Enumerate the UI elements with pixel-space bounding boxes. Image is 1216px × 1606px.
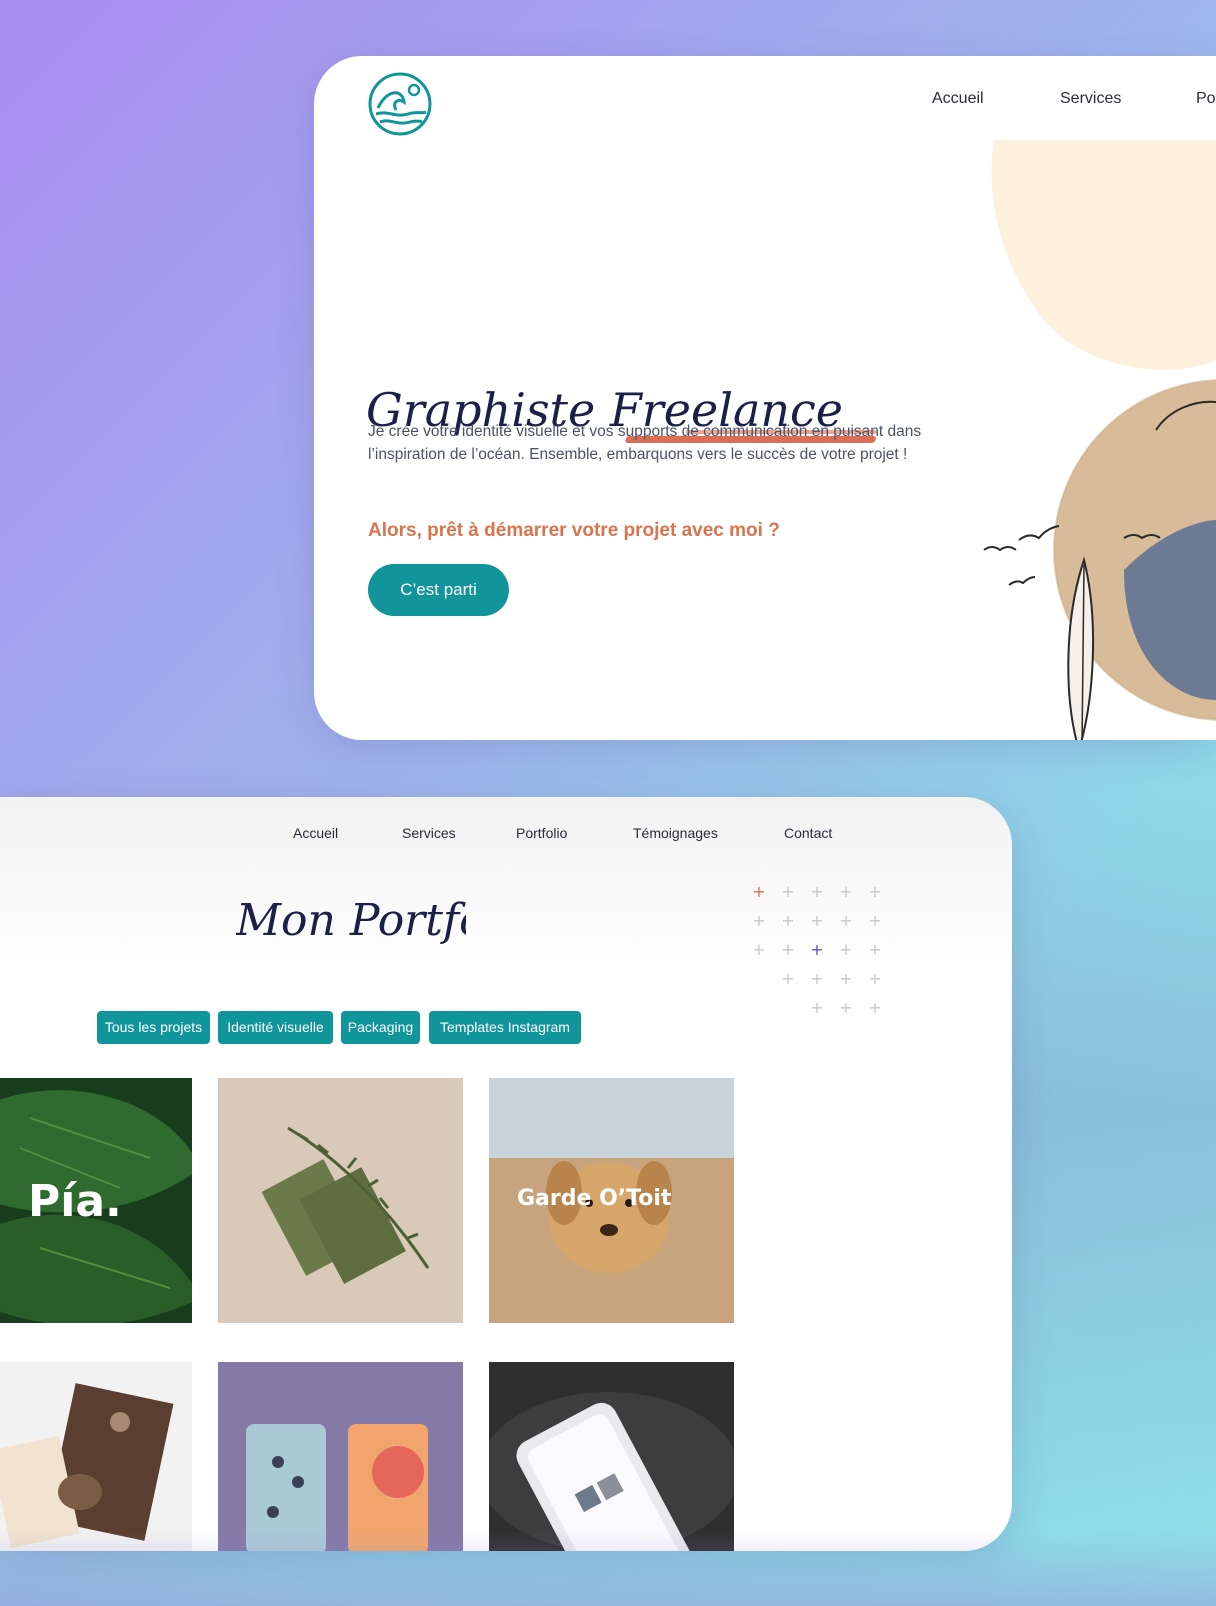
svg-text:+: + <box>868 911 881 930</box>
filter-instagram-templates[interactable]: Templates Instagram <box>429 1011 581 1044</box>
svg-text:+: + <box>868 882 881 901</box>
svg-text:+: + <box>839 911 852 930</box>
portfolio-title: Mon Portfolio <box>236 895 466 946</box>
nav-portfolio-truncated[interactable]: Po <box>1196 90 1216 108</box>
filter-visual-identity[interactable]: Identité visuelle <box>218 1011 333 1044</box>
project-tile-flyers[interactable] <box>0 1362 192 1551</box>
top-navigation: Accueil Services Po <box>314 90 1216 120</box>
svg-text:+: + <box>752 911 765 930</box>
bottom-gradient <box>0 1530 1216 1606</box>
svg-text:+: + <box>781 911 794 930</box>
nav-services[interactable]: Services <box>1060 90 1121 108</box>
svg-text:+: + <box>810 911 823 930</box>
svg-text:+: + <box>868 969 881 988</box>
svg-text:+: + <box>781 940 794 959</box>
svg-text:+: + <box>868 940 881 959</box>
surf-illustration <box>983 140 1216 740</box>
plus-pattern: + + + + + + + + + + + + + + + + + + + + + + <box>752 882 881 1017</box>
project-tile-instagram[interactable] <box>489 1362 734 1551</box>
svg-text:+: + <box>839 969 852 988</box>
hero-question: Alors, prêt à démarrer votre projet avec… <box>368 520 780 541</box>
tile-logo-text: Pía. <box>28 1176 122 1227</box>
business-cards-image <box>218 1078 463 1323</box>
svg-text:+: + <box>810 969 823 988</box>
homepage-preview-card: Accueil Services Po Graphiste Freelance … <box>314 56 1216 740</box>
hero-description: Je crée votre identité visuelle et vos s… <box>368 423 922 463</box>
svg-text:+: + <box>810 998 823 1017</box>
nav-accueil[interactable]: Accueil <box>293 825 338 841</box>
project-tile-cards[interactable] <box>218 1078 463 1323</box>
svg-text:+: + <box>810 940 823 959</box>
portfolio-preview-card: Accueil Services Portfolio Témoignages C… <box>0 797 1012 1551</box>
nav-portfolio[interactable]: Portfolio <box>516 825 567 841</box>
portfolio-title-text: Mon Portfolio <box>236 895 466 946</box>
svg-text:+: + <box>781 969 794 988</box>
start-project-button[interactable]: C’est parti <box>368 564 509 616</box>
nav-temoignages[interactable]: Témoignages <box>633 825 718 841</box>
svg-text:+: + <box>810 882 823 901</box>
project-tile-garde-otoit[interactable]: Garde O’Toit <box>489 1078 734 1323</box>
nav-contact[interactable]: Contact <box>784 825 832 841</box>
phone-mockup-image <box>489 1362 734 1551</box>
svg-text:+: + <box>752 882 765 901</box>
svg-text:+: + <box>839 940 852 959</box>
svg-text:+: + <box>839 998 852 1017</box>
tile-logo-text: Garde O’Toit <box>517 1186 672 1211</box>
nav-accueil[interactable]: Accueil <box>932 90 984 108</box>
svg-text:+: + <box>868 998 881 1017</box>
packaging-image <box>218 1362 463 1551</box>
nav-services[interactable]: Services <box>402 825 456 841</box>
project-tile-pia[interactable]: Pía. <box>0 1078 192 1323</box>
project-tile-packaging[interactable] <box>218 1362 463 1551</box>
svg-text:+: + <box>752 940 765 959</box>
svg-text:+: + <box>839 882 852 901</box>
filter-packaging[interactable]: Packaging <box>341 1011 420 1044</box>
svg-text:+: + <box>781 882 794 901</box>
flyers-image <box>0 1362 192 1551</box>
filter-all-projects[interactable]: Tous les projets <box>97 1011 210 1044</box>
